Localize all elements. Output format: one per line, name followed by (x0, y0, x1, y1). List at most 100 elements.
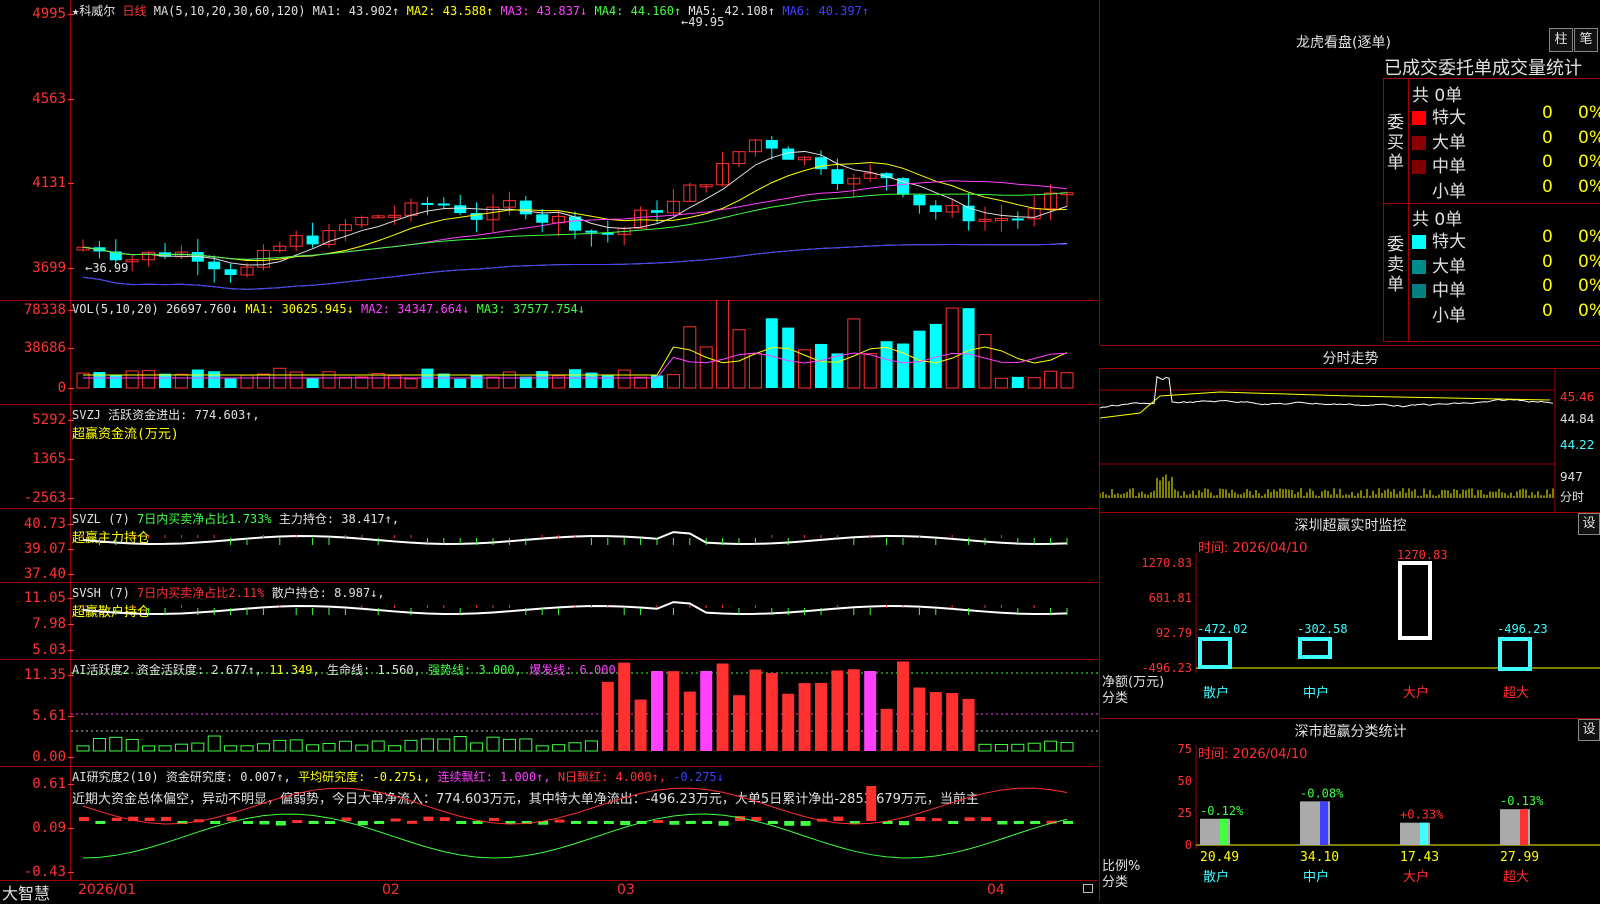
svzj-tick: -2563 (23, 490, 75, 506)
activity-bar (404, 739, 418, 752)
intraday-panel[interactable]: 45.46 44.84 44.22 947 分时 (1099, 368, 1600, 512)
order-percent: 0% (1578, 103, 1600, 123)
sz-tick: 681.81 (1149, 591, 1192, 605)
intraday-tick: 45.46 (1560, 390, 1595, 404)
activity-bar (864, 671, 877, 751)
candle-body-down (929, 205, 942, 212)
candle-body-down (306, 235, 319, 245)
order-percent: 0% (1578, 176, 1600, 197)
intraday-bottom-label: 分时 (1560, 490, 1585, 504)
volume-panel[interactable]: 78338 38686 0 VOL(5,10,20) 26697.760↓ MA… (0, 300, 1098, 405)
color-swatch-icon (1412, 135, 1426, 150)
sell-order-row: 特大 0 0% (1412, 227, 1600, 252)
flow-bar (129, 461, 137, 464)
price-axis: 4995 4563 4131 3699 (0, 0, 74, 300)
flow-bar (194, 464, 202, 469)
research-bar (620, 821, 631, 826)
volume-bar-up (404, 378, 418, 389)
order-count: 0 (1542, 276, 1553, 296)
flow-bar (555, 462, 563, 465)
volume-bar-down (765, 318, 778, 388)
flow-bar (326, 461, 333, 464)
order-count: 0 (1542, 127, 1553, 148)
kline-panel[interactable]: 4995 4563 4131 3699 ★科威尔 日线 MA(5,10,20,3… (0, 0, 1098, 301)
intraday-chart[interactable] (1100, 368, 1600, 512)
flow-bar (260, 458, 268, 464)
svzj-tick: 5292 (32, 412, 74, 428)
svsh-tick: 7.98 (32, 616, 74, 632)
volume-bar-down (536, 371, 549, 388)
ai-active-tick: 0.00 (32, 749, 74, 765)
color-swatch-icon (1412, 111, 1426, 125)
svzl-tick: 40.73 (23, 516, 75, 532)
svzl-panel[interactable]: 40.73 39.07 37.40 SVZL (7) 7日内买卖净占比1.733… (0, 508, 1098, 583)
flow-bar (358, 464, 366, 466)
activity-bar (601, 681, 614, 751)
research-bar (341, 817, 352, 821)
svzj-panel[interactable]: 5292 1365 -2563 SVZJ 活跃资金进出: 774.603↑, 超… (0, 404, 1098, 509)
flow-bar (818, 459, 825, 464)
color-swatch-icon (1412, 235, 1426, 249)
activity-bar (815, 682, 827, 751)
activity-bar (453, 736, 467, 752)
ai-research-panel[interactable]: 0.61 0.09 -0.43 AI研究度2(10) 资金研究度: 0.007↑… (0, 766, 1098, 881)
volume-bar-up (486, 376, 500, 389)
activity-bar (946, 692, 959, 751)
price-tick: 3699 (32, 260, 74, 276)
svsh-panel[interactable]: 11.05 7.98 5.03 SVSH (7) 7日内买卖净占比2.11% 散… (0, 582, 1098, 660)
candle-body-down (208, 261, 221, 270)
research-bar (554, 819, 565, 823)
volume-bar-up (355, 376, 369, 389)
order-count: 0 (1542, 103, 1553, 123)
research-bar (1063, 821, 1073, 824)
order-count: 0 (1542, 300, 1553, 321)
price-tick: 4563 (32, 91, 74, 107)
flow-bar (244, 464, 251, 466)
volume-bar-up (1027, 377, 1041, 389)
research-bar (407, 820, 417, 824)
volume-bar-up (683, 326, 697, 389)
research-bar (357, 821, 368, 826)
research-bar (964, 817, 975, 821)
volume-bar-down (454, 378, 467, 388)
volume-bar-down (159, 373, 171, 388)
class-bar-accent (1420, 822, 1428, 845)
lock-icon[interactable] (1083, 884, 1093, 893)
candle-body-down (224, 269, 237, 275)
date-label: 2026/01 (78, 882, 137, 898)
color-swatch-icon (1412, 259, 1426, 274)
activity-bar (109, 736, 123, 752)
sz-value: -302.58 (1297, 622, 1348, 636)
sell-order-row: 小单 0 0% (1412, 300, 1600, 326)
svzl-axis: 40.73 39.07 37.40 (0, 508, 75, 582)
flow-bar (736, 464, 743, 471)
ai-active-panel[interactable]: 11.35 5.61 0.00 AI活跃度2 资金活跃度: 2.677↑, 11… (0, 659, 1098, 767)
buy-orders-label: 委买单 (1387, 113, 1404, 173)
flow-bar (686, 464, 694, 485)
kline-chart[interactable]: ←49.95 ←36.99 (71, 0, 1098, 300)
volume-bar-up (1060, 372, 1074, 389)
volume-bar-up (338, 376, 352, 389)
sz-value: 1270.83 (1397, 548, 1448, 562)
bar-mode-button[interactable]: 柱 (1549, 28, 1573, 52)
class-tick: 25 (1178, 806, 1192, 820)
buy-order-row: 小单 0 0% (1412, 176, 1600, 202)
volume-bar-down (782, 327, 795, 388)
candle-body-down (651, 210, 663, 213)
flow-bar (916, 414, 924, 464)
tick-mode-button[interactable]: 笔 (1574, 28, 1598, 52)
volume-bar-down (569, 369, 581, 388)
research-bar (981, 817, 991, 821)
date-bar[interactable]: 大智慧 2026/01 02 03 04 (0, 880, 1098, 903)
research-bar (1013, 821, 1024, 825)
flow-bar (162, 464, 169, 470)
flow-bar (867, 464, 875, 466)
vol-tick: 78338 (23, 302, 75, 318)
activity-bar (355, 744, 369, 752)
dragon-tiger-panel: 龙虎看盘(逐单) 柱 笔 已成交委托单成交量统计 委买单 共 0单 委卖单 共 … (1099, 0, 1600, 369)
svzj-axis: 5292 1365 -2563 (0, 404, 75, 508)
class-tick: 75 (1178, 742, 1192, 756)
candle-body-down (536, 214, 549, 223)
svzj-tick: 1365 (32, 451, 74, 467)
flow-bar (670, 410, 678, 464)
